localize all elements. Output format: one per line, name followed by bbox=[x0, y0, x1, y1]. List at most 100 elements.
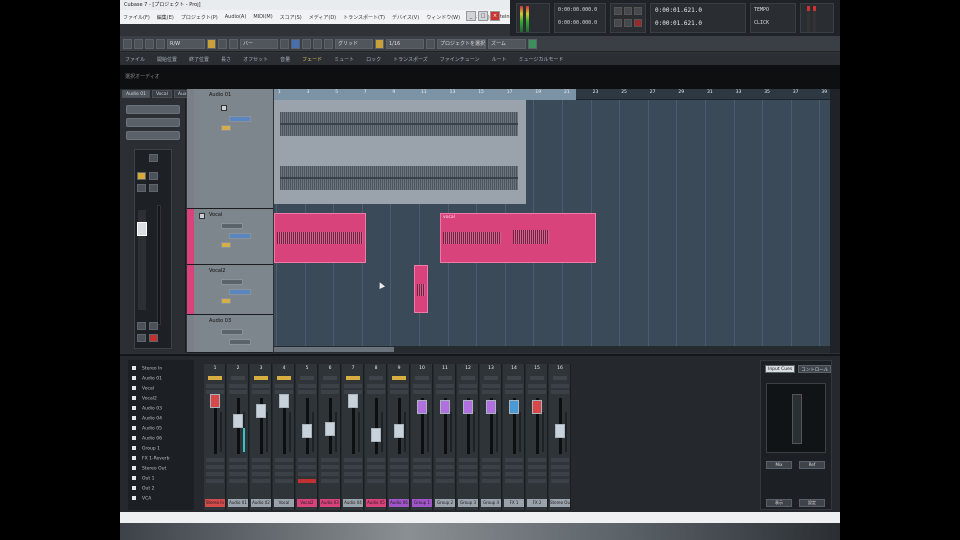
channel-read-button[interactable] bbox=[300, 376, 314, 380]
inspector-tab-2[interactable]: Vocal bbox=[151, 90, 172, 98]
track-item[interactable]: Audio 01 bbox=[187, 89, 273, 209]
arrange-window[interactable]: 1 3 5 7 9 11 13 15 17 19 21 23 25 27 29 31 33 35 37 39 voca… bbox=[274, 89, 830, 353]
tool-time-warp[interactable] bbox=[324, 38, 333, 49]
channel-read-button[interactable] bbox=[415, 376, 429, 380]
track-monitor-button[interactable] bbox=[229, 116, 251, 122]
mixer-channel[interactable]: 10 Group 1 bbox=[411, 364, 433, 510]
mixer-channel[interactable]: 7 Audio 04 bbox=[342, 364, 364, 510]
channel-name[interactable]: Audio 05 bbox=[366, 499, 386, 507]
horizontal-scrollbar[interactable] bbox=[274, 346, 830, 353]
inspector-read-button[interactable] bbox=[137, 172, 146, 180]
channel-monitor-record[interactable] bbox=[482, 390, 500, 394]
channel-insert-slot[interactable] bbox=[482, 458, 500, 462]
control-room-tab-a[interactable]: Input Cues bbox=[765, 365, 796, 373]
channel-insert-slot[interactable] bbox=[505, 479, 523, 483]
channel-insert-slot[interactable] bbox=[275, 465, 293, 469]
channel-mute-solo[interactable] bbox=[367, 384, 385, 388]
cr-settings-button[interactable]: 設定 bbox=[799, 499, 825, 507]
inspector-listen-button[interactable] bbox=[149, 322, 158, 330]
channel-insert-slot[interactable] bbox=[367, 479, 385, 483]
channel-name[interactable]: Group 1 bbox=[412, 499, 432, 507]
mixer-channel[interactable]: 9 Audio 06 bbox=[388, 364, 410, 510]
channel-read-button[interactable] bbox=[392, 376, 406, 380]
channel-insert-slot[interactable] bbox=[252, 479, 270, 483]
visibility-checkbox[interactable] bbox=[132, 406, 136, 410]
close-button[interactable]: × bbox=[490, 11, 500, 21]
inspector-fader-cap[interactable] bbox=[137, 222, 147, 236]
channel-read-button[interactable] bbox=[323, 376, 337, 380]
audio-event-gray[interactable] bbox=[274, 100, 526, 204]
snap-type-select[interactable]: バー bbox=[240, 38, 278, 49]
visibility-item[interactable]: Vocal2 bbox=[132, 396, 157, 402]
channel-insert-slot[interactable] bbox=[298, 479, 316, 483]
menu-item[interactable]: プロジェクト(P) bbox=[181, 14, 218, 21]
channel-monitor-record[interactable] bbox=[459, 390, 477, 394]
channel-name[interactable]: Audio 04 bbox=[343, 499, 363, 507]
tool-zoom[interactable] bbox=[302, 38, 311, 49]
click-label[interactable]: CLICK bbox=[754, 20, 769, 26]
channel-insert-slot[interactable] bbox=[321, 458, 339, 462]
track-read-button[interactable] bbox=[221, 298, 231, 304]
channel-insert-slot[interactable] bbox=[206, 458, 224, 462]
infoline-field[interactable]: トランスポーズ bbox=[393, 56, 428, 63]
channel-insert-slot[interactable] bbox=[482, 465, 500, 469]
channel-fader[interactable] bbox=[394, 424, 404, 438]
inspector-mute-button[interactable] bbox=[137, 184, 146, 192]
grid-type-select[interactable]: グリッド bbox=[335, 38, 373, 49]
control-room-tab-b[interactable]: コントロール bbox=[798, 365, 832, 373]
visibility-checkbox[interactable] bbox=[132, 396, 136, 400]
mixer-channel[interactable]: 12 Group 3 bbox=[457, 364, 479, 510]
tool-erase[interactable] bbox=[291, 38, 300, 49]
channel-insert-slot[interactable] bbox=[459, 465, 477, 469]
channel-insert-slot[interactable] bbox=[528, 479, 546, 483]
channel-monitor-record[interactable] bbox=[505, 390, 523, 394]
visibility-checkbox[interactable] bbox=[132, 476, 136, 480]
channel-insert-slot[interactable] bbox=[459, 458, 477, 462]
rewind-button[interactable] bbox=[614, 7, 622, 15]
channel-insert-slot[interactable] bbox=[551, 479, 569, 483]
infoline-field[interactable]: ミュージカルモード bbox=[519, 56, 564, 63]
channel-monitor-record[interactable] bbox=[390, 390, 408, 394]
channel-insert-slot[interactable] bbox=[206, 472, 224, 476]
channel-insert-slot[interactable] bbox=[459, 472, 477, 476]
channel-read-button[interactable] bbox=[553, 376, 567, 380]
channel-insert-slot[interactable] bbox=[390, 465, 408, 469]
channel-read-button[interactable] bbox=[438, 376, 452, 380]
channel-name[interactable]: Group 4 bbox=[481, 499, 501, 507]
track-mute-button[interactable] bbox=[221, 329, 243, 335]
inspector-monitor-button[interactable] bbox=[137, 322, 146, 330]
visibility-item[interactable]: VCA bbox=[132, 496, 151, 502]
infoline-field[interactable]: 長さ bbox=[221, 56, 231, 63]
channel-fader[interactable] bbox=[256, 404, 266, 418]
channel-monitor-record[interactable] bbox=[436, 390, 454, 394]
infoline-field[interactable]: オフセット bbox=[243, 56, 268, 63]
channel-name[interactable]: FX 1 bbox=[504, 499, 524, 507]
infoline-field[interactable]: ファインチューン bbox=[440, 56, 480, 63]
infoline-field[interactable]: フェード bbox=[302, 56, 322, 63]
play-button[interactable] bbox=[624, 19, 632, 27]
channel-insert-slot[interactable] bbox=[390, 479, 408, 483]
mixer-channel[interactable]: 8 Audio 05 bbox=[365, 364, 387, 510]
inspector-volume-fader[interactable] bbox=[137, 210, 147, 310]
tempo-label[interactable]: TEMPO bbox=[754, 7, 769, 13]
forward-button[interactable] bbox=[624, 7, 632, 15]
visibility-item[interactable]: Audio 01 bbox=[132, 376, 162, 382]
infoline-field[interactable]: 終了位置 bbox=[189, 56, 209, 63]
cr-mix-button[interactable]: Mix bbox=[766, 461, 792, 469]
channel-insert-slot[interactable] bbox=[229, 479, 247, 483]
tool-range[interactable] bbox=[218, 38, 227, 49]
tool-object-select[interactable] bbox=[207, 38, 216, 49]
mixer-channel[interactable]: 15 FX 2 bbox=[526, 364, 548, 510]
maximize-button[interactable]: □ bbox=[478, 11, 488, 21]
visibility-checkbox[interactable] bbox=[132, 456, 136, 460]
monitor-level-dial[interactable] bbox=[792, 394, 802, 444]
channel-insert-slot[interactable] bbox=[436, 458, 454, 462]
channel-name[interactable]: Group 2 bbox=[435, 499, 455, 507]
channel-insert-slot[interactable] bbox=[482, 479, 500, 483]
track-read-button[interactable] bbox=[221, 125, 231, 131]
channel-monitor-record[interactable] bbox=[321, 390, 339, 394]
inspector-write-button[interactable] bbox=[149, 172, 158, 180]
mixer-channel[interactable]: 5 Vocal2 bbox=[296, 364, 318, 510]
channel-read-button[interactable] bbox=[461, 376, 475, 380]
visibility-item[interactable]: Vocal bbox=[132, 386, 154, 392]
